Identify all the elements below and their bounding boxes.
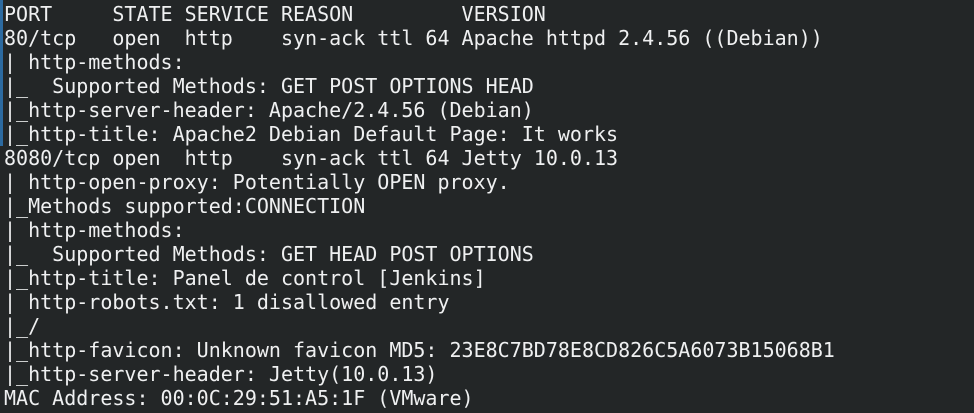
terminal-line: |_/ [4,314,41,338]
terminal-line: PORT STATE SERVICE REASON VERSION [4,2,546,26]
terminal-line: |_Methods supported:CONNECTION [4,194,366,218]
terminal-line: | http-open-proxy: Potentially OPEN prox… [4,170,510,194]
terminal-line: | http-methods: [4,218,197,242]
terminal-line: |_http-title: Panel de control [Jenkins] [4,266,486,290]
terminal-line: MAC Address: 00:0C:29:51:A5:1F (VMware) [4,386,474,410]
terminal-line: 8080/tcp open http syn-ack ttl 64 Jetty … [4,146,619,170]
terminal-output: PORT STATE SERVICE REASON VERSION 80/tcp … [4,2,835,410]
terminal-line: |_http-title: Apache2 Debian Default Pag… [4,122,619,146]
terminal-line: |_ Supported Methods: GET POST OPTIONS H… [4,74,534,98]
terminal-line: | http-robots.txt: 1 disallowed entry [4,290,462,314]
selection-marker [0,0,3,146]
terminal-line: |_http-favicon: Unknown favicon MD5: 23E… [4,338,835,362]
terminal-line: |_http-server-header: Apache/2.4.56 (Deb… [4,98,534,122]
terminal-line: | http-methods: [4,50,197,74]
terminal-window[interactable]: PORT STATE SERVICE REASON VERSION 80/tcp … [0,0,974,413]
terminal-line: |_ Supported Methods: GET HEAD POST OPTI… [4,242,534,266]
terminal-line: 80/tcp open http syn-ack ttl 64 Apache h… [4,26,823,50]
terminal-line: |_http-server-header: Jetty(10.0.13) [4,362,438,386]
